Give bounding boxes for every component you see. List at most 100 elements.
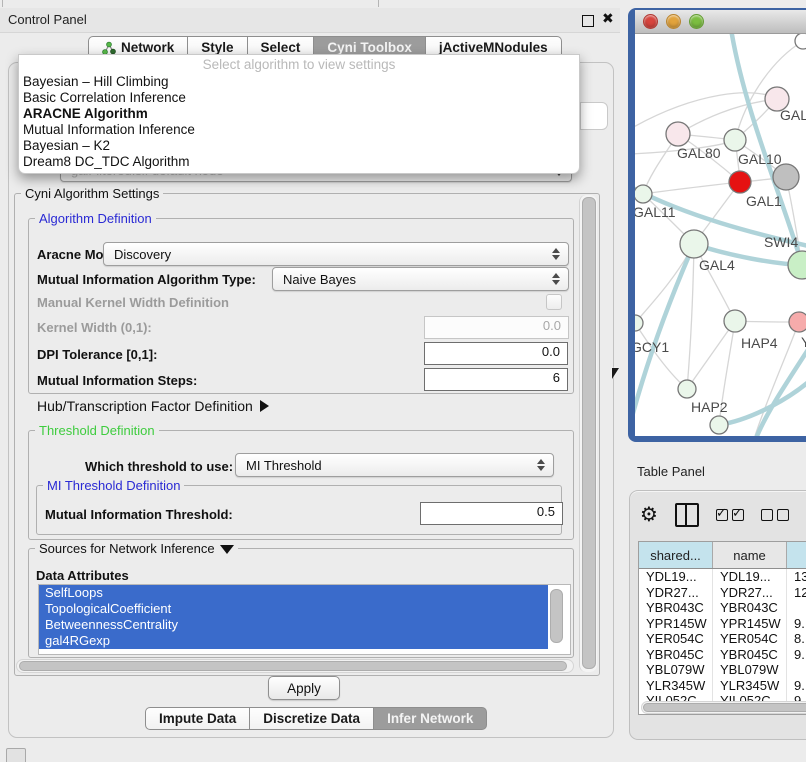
table-hscrollbar-thumb[interactable]: [643, 703, 806, 712]
manual-kernel-label: Manual Kernel Width Definition: [37, 295, 229, 310]
table-hscrollbar-track[interactable]: [641, 701, 806, 714]
node-hap2[interactable]: [678, 380, 696, 398]
column-header-shared-name[interactable]: shared...: [639, 542, 713, 568]
close-icon[interactable]: ✖: [602, 10, 614, 27]
collapsed-panel-icon[interactable]: [6, 748, 26, 762]
attribute-item[interactable]: TopologicalCoefficient: [39, 601, 548, 617]
tab-infer-network[interactable]: Infer Network: [374, 707, 487, 730]
settings-hscrollbar-thumb[interactable]: [19, 661, 567, 671]
algorithm-option[interactable]: Dream8 DC_TDC Algorithm: [19, 154, 579, 170]
tab-impute-data[interactable]: Impute Data: [145, 707, 250, 730]
close-traffic-light-icon[interactable]: [643, 14, 658, 29]
gear-icon[interactable]: ⚙: [640, 505, 658, 525]
cell-name: YER054C: [713, 631, 787, 647]
cell-value: 9.: [787, 616, 806, 632]
minimize-traffic-light-icon[interactable]: [666, 14, 681, 29]
cell-value: 9.: [787, 678, 806, 694]
aracne-mode-combo[interactable]: Discovery: [103, 242, 569, 266]
dropdown-placeholder: Select algorithm to view settings: [19, 55, 579, 74]
node-label: HAP2: [691, 399, 728, 415]
algorithm-option[interactable]: Mutual Information Inference: [19, 122, 579, 138]
cell-shared-name: YBR043C: [639, 600, 713, 616]
cell-value: [787, 662, 806, 678]
node-gcy1[interactable]: [635, 315, 643, 331]
table-row[interactable]: YBL079W YBL079W: [639, 662, 806, 678]
table-row[interactable]: YDL19... YDL19... 13: [639, 569, 806, 585]
node-gal1[interactable]: [729, 171, 751, 193]
node-label: GAL10: [738, 151, 782, 167]
node-gray[interactable]: [773, 164, 799, 190]
sources-title[interactable]: Sources for Network Inference: [35, 541, 238, 556]
cell-name: YLR345W: [713, 678, 787, 694]
hub-section-toggle[interactable]: Hub/Transcription Factor Definition: [37, 398, 269, 414]
algorithm-option-label: Bayesian – K2: [23, 138, 110, 153]
network-canvas[interactable]: GAL GAL80 GAL10 GAL1 GAL11 SWI4 GAL4 GCY…: [635, 34, 806, 436]
bottom-tabs: Impute Data Discretize Data Infer Networ…: [145, 707, 487, 730]
data-attributes-label: Data Attributes: [36, 568, 129, 583]
zoom-traffic-light-icon[interactable]: [689, 14, 704, 29]
tab-label: jActiveMNodules: [439, 40, 548, 55]
select-all-icon[interactable]: [716, 509, 744, 521]
node-label: HAP4: [741, 335, 778, 351]
screen: Control Panel ✖ Network Style Select Cyn…: [0, 0, 806, 762]
node-gal80[interactable]: [666, 122, 690, 146]
kernel-width-field[interactable]: 0.0: [424, 316, 569, 339]
group-title: Algorithm Definition: [35, 211, 156, 226]
which-threshold-label: Which threshold to use:: [85, 459, 233, 474]
table-row[interactable]: YPR145W YPR145W 9.: [639, 616, 806, 632]
divider: [2, 0, 3, 7]
mi-threshold-field[interactable]: 0.5: [420, 502, 563, 525]
node-label: GAL1: [746, 193, 782, 209]
node-salmon[interactable]: [789, 312, 806, 332]
table-row[interactable]: YBR043C YBR043C: [639, 600, 806, 616]
mi-type-combo[interactable]: Naive Bayes: [272, 267, 569, 291]
settings-scrollbar-track[interactable]: [579, 195, 597, 672]
node-label: SWI4: [764, 234, 798, 250]
attribute-item[interactable]: gal4RGexp: [39, 633, 548, 649]
node-hap4[interactable]: [724, 310, 746, 332]
stepper-arrows-icon: [552, 248, 560, 260]
settings-hscrollbar-track[interactable]: [16, 659, 574, 673]
node-gal11[interactable]: [635, 185, 652, 203]
table-row[interactable]: YER054C YER054C 8.: [639, 631, 806, 647]
table-toolbar: ⚙: [640, 501, 806, 529]
algorithm-option[interactable]: Basic Correlation Inference: [19, 90, 579, 106]
algorithm-option[interactable]: ARACNE Algorithm: [19, 106, 579, 122]
node-swi4[interactable]: [788, 251, 806, 279]
node-gal10[interactable]: [724, 129, 746, 151]
algorithm-option[interactable]: Bayesian – K2: [19, 138, 579, 154]
attribute-item[interactable]: SelfLoops: [39, 585, 548, 601]
which-threshold-combo[interactable]: MI Threshold: [235, 453, 554, 477]
cell-name: YBR043C: [713, 600, 787, 616]
list-scrollbar-thumb[interactable]: [550, 589, 563, 643]
cell-value: [787, 600, 806, 616]
mi-steps-field[interactable]: 6: [424, 368, 568, 391]
show-columns-icon[interactable]: [675, 503, 699, 527]
column-header-name[interactable]: name: [713, 542, 787, 568]
cell-shared-name: YER054C: [639, 631, 713, 647]
algorithm-option[interactable]: Bayesian – Hill Climbing: [19, 74, 579, 90]
node-gal4[interactable]: [680, 230, 708, 258]
tab-discretize-data[interactable]: Discretize Data: [250, 707, 374, 730]
algorithm-option-label: Mutual Information Inference: [23, 122, 195, 137]
float-window-icon[interactable]: [582, 15, 594, 27]
column-header-cut[interactable]: [787, 542, 806, 568]
node-unlabeled[interactable]: [710, 416, 728, 434]
network-view-window[interactable]: GAL GAL80 GAL10 GAL1 GAL11 SWI4 GAL4 GCY…: [628, 8, 806, 442]
cell-value: 8.: [787, 631, 806, 647]
settings-scrollbar-thumb[interactable]: [582, 197, 596, 669]
apply-button[interactable]: Apply: [268, 676, 340, 700]
attribute-item[interactable]: BetweennessCentrality: [39, 617, 548, 633]
dpi-tolerance-field[interactable]: 0.0: [424, 342, 568, 365]
mi-threshold-label: Mutual Information Threshold:: [45, 507, 233, 522]
data-attributes-list[interactable]: SelfLoopsTopologicalCoefficientBetweenne…: [38, 584, 571, 655]
hidden-field-edge: [580, 102, 608, 130]
table-panel-title: Table Panel: [637, 464, 705, 479]
table-row[interactable]: YBR045C YBR045C 9.: [639, 647, 806, 663]
table-row[interactable]: YDR27... YDR27... 12: [639, 585, 806, 601]
divider: [378, 0, 379, 7]
node-unlabeled[interactable]: [795, 34, 806, 49]
manual-kernel-checkbox[interactable]: [546, 294, 562, 310]
table-row[interactable]: YLR345W YLR345W 9.: [639, 678, 806, 694]
deselect-all-icon[interactable]: [761, 509, 789, 521]
